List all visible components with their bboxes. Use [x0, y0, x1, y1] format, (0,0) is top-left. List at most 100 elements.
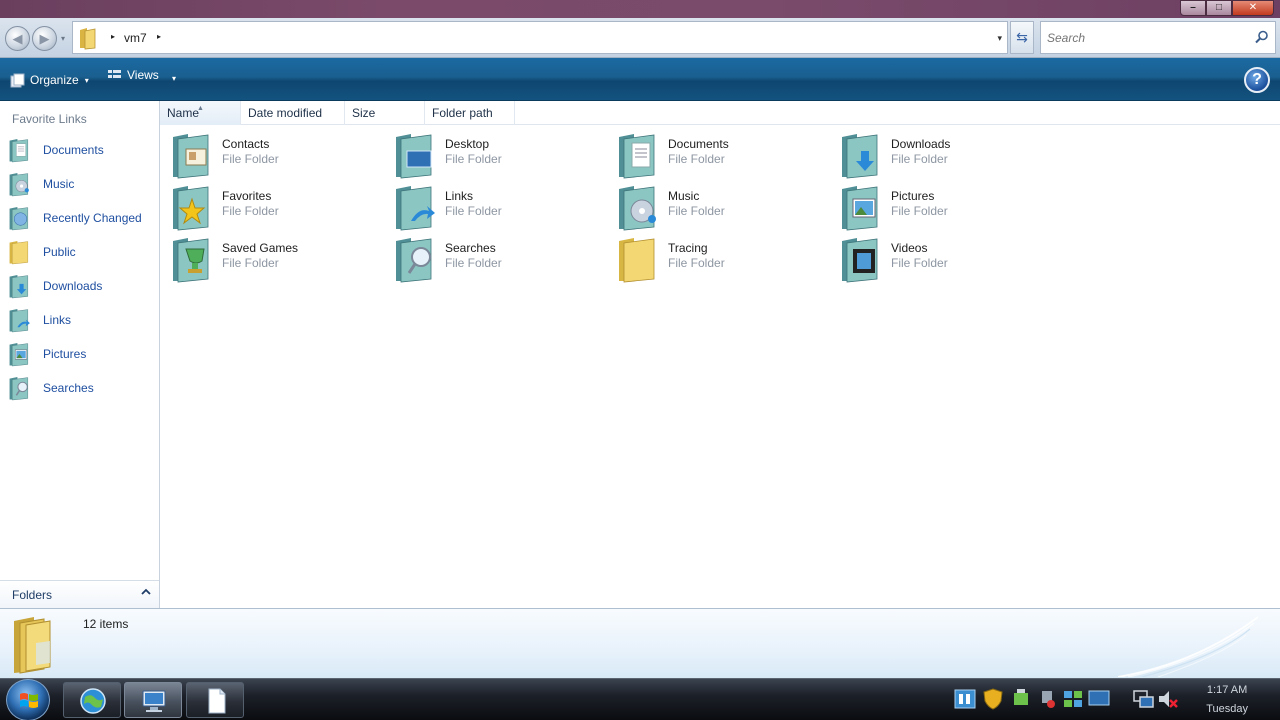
folder-type: File Folder: [668, 152, 725, 166]
desktop-folder-icon: [393, 131, 439, 179]
folder-item-searches[interactable]: Searches File Folder: [385, 233, 605, 283]
videos-folder-icon: [839, 235, 885, 283]
folder-item-contacts[interactable]: Contacts File Folder: [162, 129, 382, 179]
contacts-folder-icon: [170, 131, 216, 179]
folder-name: Saved Games: [222, 241, 299, 255]
search-box: [1040, 21, 1276, 54]
refresh-button[interactable]: ⇆: [1010, 21, 1034, 54]
breadcrumb-separator[interactable]: ▸: [157, 32, 161, 41]
browser-globe-icon: [80, 688, 106, 714]
network-adapter-icon[interactable]: [1036, 687, 1058, 711]
search-icon[interactable]: [1255, 30, 1269, 44]
network-status-icon[interactable]: [1132, 687, 1154, 711]
folder-item-videos[interactable]: Videos File Folder: [831, 233, 1051, 283]
windows-flag-icon: [20, 693, 38, 708]
downloads-folder-icon: [839, 131, 885, 179]
pictures-folder-icon: [839, 183, 885, 231]
recent-pages-dropdown[interactable]: ▾: [61, 34, 65, 43]
folder-item-downloads[interactable]: Downloads File Folder: [831, 129, 1051, 179]
column-name-label: Name: [167, 106, 200, 120]
column-header-date-modified[interactable]: Date modified: [241, 101, 345, 125]
nav-item-label: Searches: [43, 381, 94, 395]
start-button[interactable]: [6, 679, 50, 720]
folder-name: Contacts: [222, 137, 270, 151]
folder-item-music[interactable]: Music File Folder: [608, 181, 828, 231]
folders-toggle[interactable]: Folders: [0, 580, 159, 608]
navigation-pane: Favorite Links Documents Music Recently …: [0, 101, 160, 608]
links-folder-icon: [8, 307, 32, 333]
folder-type: File Folder: [222, 152, 279, 166]
clock-day: Tuesday: [1206, 703, 1248, 715]
breadcrumb-separator[interactable]: ▸: [111, 32, 115, 41]
address-dropdown[interactable]: ▾: [997, 33, 1002, 44]
column-headers: ▲ Name Date modified Size Folder path: [160, 101, 1280, 125]
folder-type: File Folder: [668, 204, 725, 218]
folder-name: Downloads: [891, 137, 951, 151]
folder-item-saved-games[interactable]: Saved Games File Folder: [162, 233, 382, 283]
clock[interactable]: 1:17 AM Tuesday: [1206, 681, 1248, 719]
folder-type: File Folder: [445, 152, 502, 166]
views-dropdown-icon[interactable]: ▾: [172, 74, 176, 83]
organize-button[interactable]: Organize ▾: [10, 70, 89, 90]
taskbar-app-explorer[interactable]: [124, 682, 182, 718]
nav-item-label: Recently Changed: [43, 211, 142, 225]
arrow-right-icon: ▶: [39, 31, 50, 46]
organize-icon: [10, 73, 25, 87]
refresh-icon: ⇆: [1016, 29, 1028, 45]
security-shield-icon[interactable]: [982, 687, 1004, 711]
taskbar-app-document[interactable]: [186, 682, 244, 718]
nav-item-pictures[interactable]: Pictures: [8, 341, 156, 367]
monitor-icon[interactable]: [1088, 687, 1110, 711]
volume-muted-icon[interactable]: [1156, 687, 1178, 711]
nav-item-recently-changed[interactable]: Recently Changed: [8, 205, 156, 231]
column-header-folder-path[interactable]: Folder path: [425, 101, 515, 125]
folder-type: File Folder: [891, 152, 948, 166]
folder-type: File Folder: [668, 256, 725, 270]
folder-item-tracing[interactable]: Tracing File Folder: [608, 233, 828, 283]
folder-type: File Folder: [222, 204, 279, 218]
folder-item-favorites[interactable]: Favorites File Folder: [162, 181, 382, 231]
maximize-button[interactable]: □: [1206, 0, 1232, 16]
address-bar[interactable]: ▸ vm7 ▸ ▾: [72, 21, 1008, 54]
folder-type: File Folder: [222, 256, 279, 270]
help-icon[interactable]: ?: [1244, 67, 1270, 93]
folder-item-desktop[interactable]: Desktop File Folder: [385, 129, 605, 179]
folder-name: Pictures: [891, 189, 935, 203]
folder-item-links[interactable]: Links File Folder: [385, 181, 605, 231]
nav-item-downloads[interactable]: Downloads: [8, 273, 156, 299]
usb-device-icon[interactable]: [1010, 687, 1032, 711]
folder-type: File Folder: [445, 256, 502, 270]
computer-icon: [142, 690, 166, 712]
column-header-name[interactable]: ▲ Name: [160, 101, 241, 125]
taskbar-app-browser[interactable]: [63, 682, 121, 718]
views-button[interactable]: Views: [107, 65, 159, 85]
close-button[interactable]: ✕: [1232, 0, 1274, 16]
folder-icon: [80, 28, 96, 50]
nav-item-links[interactable]: Links: [8, 307, 156, 333]
command-bar: Organize ▾ Views ▾ ?: [0, 58, 1280, 101]
back-button[interactable]: ◀: [5, 26, 30, 51]
breadcrumb-vm7[interactable]: vm7: [124, 31, 147, 45]
minimize-button[interactable]: –: [1180, 0, 1206, 16]
column-header-size[interactable]: Size: [345, 101, 425, 125]
nav-item-searches[interactable]: Searches: [8, 375, 156, 401]
item-count: 12 items: [83, 617, 129, 631]
nav-item-music[interactable]: Music: [8, 171, 156, 197]
folder-name: Videos: [891, 241, 928, 255]
forward-button[interactable]: ▶: [32, 26, 57, 51]
clock-time: 1:17 AM: [1206, 684, 1248, 696]
folder-type: File Folder: [891, 204, 948, 218]
folder-name: Music: [668, 189, 700, 203]
nav-item-public[interactable]: Public: [8, 239, 156, 265]
public-folder-icon: [8, 239, 32, 265]
folder-item-pictures[interactable]: Pictures File Folder: [831, 181, 1051, 231]
display-settings-icon[interactable]: [1062, 687, 1084, 711]
folder-stack-icon: [14, 617, 51, 674]
nav-item-label: Links: [43, 313, 72, 327]
search-input[interactable]: [1041, 22, 1241, 53]
sort-ascending-icon: ▲: [197, 105, 204, 112]
tray-app-icon[interactable]: [954, 687, 976, 711]
folder-name: Links: [445, 189, 474, 203]
folder-item-documents[interactable]: Documents File Folder: [608, 129, 828, 179]
nav-item-documents[interactable]: Documents: [8, 137, 156, 163]
